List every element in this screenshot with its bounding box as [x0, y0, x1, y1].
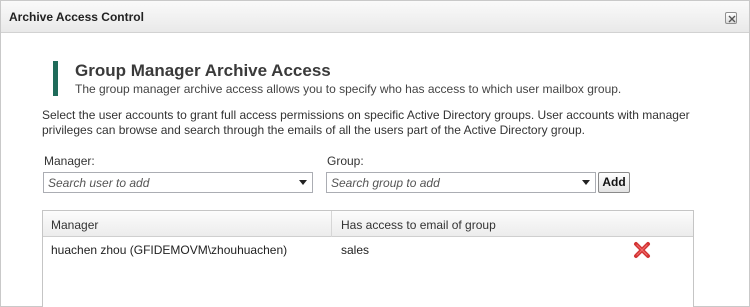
- group-search-combobox[interactable]: Search group to add: [326, 172, 596, 193]
- add-button[interactable]: Add: [598, 172, 630, 193]
- access-grid: Manager Has access to email of group hua…: [42, 210, 694, 307]
- manager-label: Manager:: [44, 154, 95, 168]
- close-icon: [728, 15, 736, 23]
- row-group-cell: sales: [341, 243, 370, 257]
- section-description: Select the user accounts to grant full a…: [42, 108, 690, 137]
- delete-row-button[interactable]: [633, 241, 651, 259]
- archive-access-dialog: Archive Access Control Group Manager Arc…: [0, 0, 750, 307]
- row-manager-cell: huachen zhou (GFIDEMOVM\zhouhuachen): [51, 243, 288, 257]
- group-search-placeholder: Search group to add: [331, 176, 440, 190]
- dialog-titlebar: Archive Access Control: [1, 1, 749, 33]
- grid-header: Manager Has access to email of group: [43, 211, 693, 237]
- column-header-manager[interactable]: Manager: [51, 218, 98, 232]
- section-accent-bar: [53, 61, 58, 96]
- column-header-group[interactable]: Has access to email of group: [341, 218, 496, 232]
- delete-x-icon: [634, 242, 650, 258]
- manager-search-placeholder: Search user to add: [48, 176, 150, 190]
- dialog-title: Archive Access Control: [9, 10, 144, 24]
- group-label: Group:: [327, 154, 364, 168]
- chevron-down-icon[interactable]: [299, 180, 307, 185]
- column-divider: [331, 211, 332, 237]
- chevron-down-icon[interactable]: [582, 180, 590, 185]
- section-subheading: The group manager archive access allows …: [75, 82, 622, 96]
- section-heading: Group Manager Archive Access: [75, 61, 331, 80]
- close-button[interactable]: [725, 12, 737, 24]
- manager-search-combobox[interactable]: Search user to add: [43, 172, 313, 193]
